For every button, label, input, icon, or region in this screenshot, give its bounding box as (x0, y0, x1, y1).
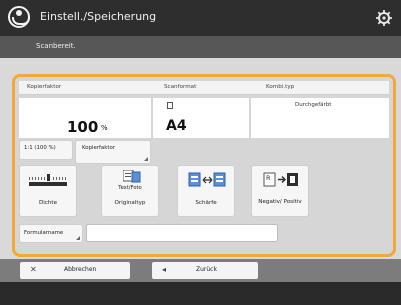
expand-corner-icon (144, 157, 148, 161)
status-message: Scanbereit. (36, 42, 76, 50)
zoom-button-label: Kopierfaktor (82, 145, 115, 151)
zoom-button[interactable]: Kopierfaktor (75, 140, 151, 164)
arrow-left-icon: ◂ (162, 265, 167, 274)
density-button[interactable]: Dichte (19, 165, 77, 217)
negative-positive-label: Negativ/ Positiv (258, 199, 302, 205)
zoom-unit: % (101, 124, 108, 132)
back-label: Zurück (196, 266, 217, 273)
ratio-100-button[interactable]: 1:1 (100 %) (19, 140, 73, 160)
cancel-button[interactable]: ✕ Abbrechen (20, 262, 130, 279)
ratio-100-label: 1:1 (100 %) (24, 145, 56, 151)
zoom-header-label: Kopierfaktor (27, 84, 62, 90)
text-photo-icon (123, 170, 141, 183)
file-name-field[interactable] (86, 224, 278, 242)
zoom-value: 100 (67, 118, 99, 136)
density-slider-icon (29, 174, 67, 186)
user-icon (8, 6, 30, 28)
density-label: Dichte (38, 200, 58, 206)
info-header: Kopierfaktor Scanformat Kombi.typ (19, 81, 389, 95)
paper-value: A4 (166, 118, 187, 134)
combo-value: Durchgefärbt (295, 102, 332, 108)
title-bar: Einstell./Speicherung (0, 0, 401, 36)
zoom-value-box: 100 % (19, 98, 151, 138)
original-type-button[interactable]: Text/Foto Originaltyp (101, 165, 159, 217)
original-type-label: Originaltyp (114, 200, 146, 206)
paper-value-box: A4 (153, 98, 249, 138)
sharpness-button[interactable]: Schärfe (177, 165, 235, 217)
status-bar: Scanbereit. (0, 36, 401, 58)
text-photo-label: Text/Foto (118, 185, 142, 191)
paper-header-label: Scanformat (164, 84, 197, 90)
file-name-button-label: Formularname (24, 230, 64, 236)
sharpness-label: Schärfe (195, 200, 217, 206)
footer-bar (0, 282, 401, 305)
close-icon: ✕ (30, 265, 37, 274)
combo-header-label: Kombi.typ (266, 84, 295, 90)
bottom-bar: ✕ Abbrechen ◂ Zurück (0, 259, 401, 282)
combo-value-box: Durchgefärbt (251, 98, 389, 138)
file-name-button[interactable]: Formularname (19, 224, 83, 243)
negative-positive-button[interactable]: R Negativ/ Positiv (251, 165, 309, 217)
sharpness-icon (188, 172, 226, 187)
back-button[interactable]: ◂ Zurück (152, 262, 258, 279)
main-content: Kopierfaktor Scanformat Kombi.typ 100 % … (0, 58, 401, 259)
expand-corner-icon (76, 236, 80, 240)
window-title: Einstell./Speicherung (40, 10, 157, 23)
paper-icon (167, 102, 173, 109)
cancel-label: Abbrechen (64, 266, 97, 273)
settings-panel: Kopierfaktor Scanformat Kombi.typ 100 % … (12, 74, 396, 257)
negative-positive-icon-letter: R (266, 174, 271, 182)
gear-icon[interactable] (375, 9, 393, 27)
